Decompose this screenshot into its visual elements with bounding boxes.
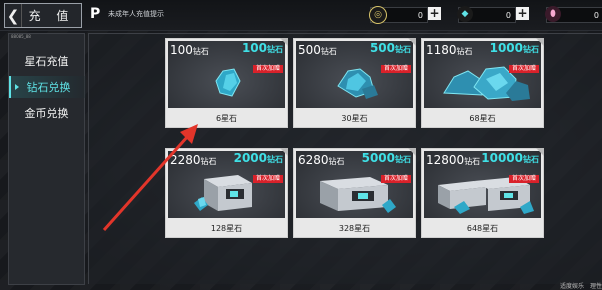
- footer-right-text: 理性: [589, 283, 602, 290]
- card-label: 6星石: [166, 111, 287, 127]
- card-price: 6280钻石: [298, 153, 345, 167]
- card-bonus: 100钻石 首次加赠: [241, 41, 283, 73]
- card-bonus: 1000钻石 首次加赠: [489, 41, 539, 73]
- gold-value: 0: [417, 10, 423, 20]
- sidebar-item-gold-exchange[interactable]: 金币兑换: [9, 102, 84, 124]
- gold-counter: ◎ 0: [369, 6, 428, 24]
- first-bonus-badge: 首次加赠: [380, 175, 411, 183]
- chevron-left-icon: ❮: [5, 4, 22, 27]
- add-diamond-button[interactable]: +: [516, 7, 529, 20]
- card-price: 1180钻石: [426, 43, 473, 57]
- gold-coin-icon: ◎: [369, 6, 387, 24]
- footer-left-text: 适度娱乐: [559, 283, 584, 290]
- card-price: 2280钻石: [170, 153, 217, 167]
- footer: 适度娱乐 理性: [554, 281, 602, 290]
- diamond-value: 0: [505, 10, 511, 20]
- add-gold-button[interactable]: +: [428, 7, 441, 20]
- first-bonus-badge: 首次加赠: [380, 65, 411, 73]
- card-label: 648星石: [422, 221, 543, 237]
- card-bonus: 10000钻石 首次加赠: [481, 151, 539, 183]
- card-bonus: 5000钻石 首次加赠: [361, 151, 411, 183]
- card-label: 68星石: [422, 111, 543, 127]
- star-stone-icon: ⬮: [545, 6, 561, 22]
- star-stone-value: 0: [593, 10, 599, 20]
- card-bonus: 500钻石 首次加赠: [369, 41, 411, 73]
- card-diamond-328[interactable]: 6280钻石 5000钻石 首次加赠 328星石: [293, 148, 416, 238]
- card-diamond-128[interactable]: 2280钻石 2000钻石 首次加赠 128星石: [165, 148, 288, 238]
- card-diamond-648[interactable]: 12800钻石 10000钻石 首次加赠 648星石: [421, 148, 544, 238]
- first-bonus-badge: 首次加赠: [252, 65, 283, 73]
- top-bar: ❮ 充 值 P 未成年人充值提示 ◎ 0 + ◆ 0 + ⬮ 0: [0, 0, 602, 31]
- card-label: 128星石: [166, 221, 287, 237]
- card-price: 12800钻石: [426, 153, 481, 167]
- card-price: 500钻石: [298, 43, 337, 57]
- back-button[interactable]: ❮ 充 值: [4, 3, 82, 28]
- card-diamond-6[interactable]: 100钻石 100钻石 首次加赠 6星石: [165, 38, 288, 128]
- first-bonus-badge: 首次加赠: [508, 175, 539, 183]
- card-price: 100钻石: [170, 43, 209, 57]
- sidebar-item-diamond-exchange[interactable]: 钻石兑换: [9, 76, 86, 98]
- card-diamond-30[interactable]: 500钻石 500钻石 首次加赠 30星石: [293, 38, 416, 128]
- first-bonus-badge: 首次加赠: [508, 65, 539, 73]
- star-stone-counter: ⬮ 0: [545, 6, 602, 23]
- sidebar: 88085_88 星石充值 钻石兑换 金币兑换: [8, 33, 86, 285]
- first-bonus-badge: 首次加赠: [252, 175, 283, 183]
- diamond-icon: ◆: [457, 6, 473, 22]
- notice-icon: P: [90, 6, 101, 22]
- sidebar-tag: 88085_88: [11, 34, 31, 39]
- card-diamond-68[interactable]: 1180钻石 1000钻石 首次加赠 68星石: [421, 38, 544, 128]
- minor-recharge-notice[interactable]: P 未成年人充值提示: [90, 6, 164, 22]
- notice-text: 未成年人充值提示: [108, 10, 164, 18]
- page-title: 充 值: [28, 9, 75, 23]
- card-label: 328星石: [294, 221, 415, 237]
- sidebar-item-star-recharge[interactable]: 星石充值: [9, 50, 84, 72]
- diamond-counter: ◆ 0: [457, 6, 516, 23]
- card-label: 30星石: [294, 111, 415, 127]
- card-bonus: 2000钻石 首次加赠: [233, 151, 283, 183]
